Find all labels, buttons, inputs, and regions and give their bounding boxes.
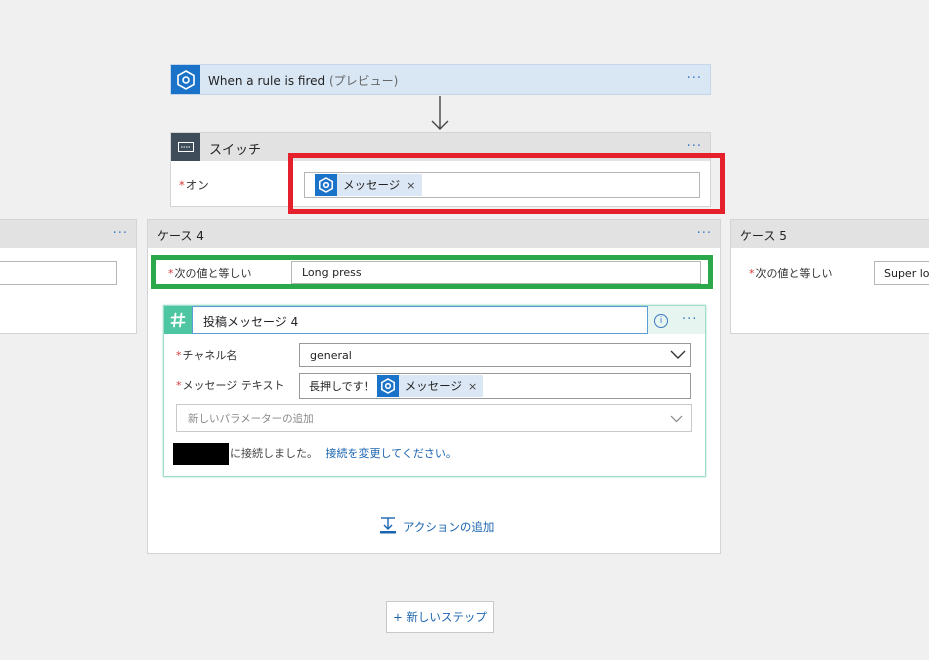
case5-equals-value: Super lon	[884, 266, 929, 280]
required-mark: *	[176, 379, 182, 392]
highlight-box-red	[288, 153, 725, 214]
switch-on-label-text: オン	[185, 178, 209, 192]
trigger-title: When a rule is fired (プレビュー)	[208, 72, 398, 89]
required-mark: *	[179, 178, 185, 192]
channel-select[interactable]: general	[299, 343, 691, 367]
message-token-label: メッセージ	[404, 379, 462, 393]
trigger-menu-button[interactable]: ···	[687, 71, 702, 86]
add-parameter-placeholder: 新しいパラメーターの追加	[188, 412, 314, 425]
new-step-button[interactable]: + 新しいステップ	[386, 601, 494, 633]
token-remove-button[interactable]: ×	[468, 380, 477, 393]
info-icon[interactable]: i	[654, 314, 668, 328]
switch-icon	[171, 133, 200, 161]
case5-title: ケース 5	[740, 229, 787, 243]
chevron-down-icon	[670, 350, 686, 363]
case-left-header[interactable]: ···	[0, 220, 136, 248]
channel-value: general	[310, 348, 352, 362]
add-action-button[interactable]: アクションの追加	[379, 516, 494, 537]
flow-trigger-icon	[376, 375, 399, 397]
switch-title: スイッチ	[209, 143, 262, 158]
slack-icon	[164, 306, 192, 334]
case-card-left: ···	[0, 219, 137, 334]
case5-equals-label-text: 次の値と等しい	[755, 267, 833, 280]
slack-action-title: 投稿メッセージ 4	[203, 315, 299, 329]
slack-action-header[interactable]: 投稿メッセージ 4 i ···	[164, 306, 705, 334]
channel-label: *チャネル名	[176, 347, 237, 363]
arrow-down-icon	[430, 96, 450, 132]
change-connection-link[interactable]: 接続を変更してください。	[326, 447, 457, 460]
message-text-label: *メッセージ テキスト	[176, 377, 284, 393]
add-parameter-dropdown[interactable]: 新しいパラメーターの追加	[176, 404, 692, 432]
trigger-title-suffix: (プレビュー)	[328, 74, 399, 88]
switch-on-label: *オン	[179, 177, 209, 193]
case5-equals-input[interactable]: Super lon	[874, 261, 929, 285]
case4-header[interactable]: ケース 4 ···	[148, 220, 720, 248]
trigger-card[interactable]: When a rule is fired (プレビュー) ···	[170, 64, 711, 95]
case5-header[interactable]: ケース 5	[731, 220, 929, 248]
case-left-menu-button[interactable]: ···	[113, 226, 128, 241]
required-mark: *	[176, 349, 182, 362]
connection-info: に接続しました。 接続を変更してください。	[230, 445, 457, 461]
add-action-label: アクションの追加	[403, 519, 495, 534]
case4-menu-button[interactable]: ···	[697, 226, 712, 241]
new-step-label: + 新しいステップ	[393, 610, 487, 624]
message-text-input[interactable]: 長押しです！ メッセージ ×	[299, 373, 691, 399]
slack-menu-button[interactable]: ···	[682, 312, 697, 327]
case5-equals-label: *次の値と等しい	[749, 265, 833, 281]
message-token: メッセージ ×	[376, 375, 484, 397]
message-text-label-text: メッセージ テキスト	[182, 379, 285, 392]
slack-action-card: 投稿メッセージ 4 i ··· *チャネル名 general *メッセージ テキ…	[163, 305, 706, 477]
add-action-icon	[379, 516, 397, 537]
switch-menu-button[interactable]: ···	[687, 139, 702, 154]
connected-text: に接続しました。	[230, 447, 318, 460]
info-glyph: i	[659, 316, 663, 326]
flow-trigger-icon	[171, 65, 200, 94]
message-text-prefix: 長押しです！	[309, 380, 375, 393]
trigger-title-text: When a rule is fired	[208, 74, 326, 88]
required-mark: *	[749, 267, 755, 280]
case-left-equals-input[interactable]	[0, 261, 117, 285]
redacted-account	[173, 443, 229, 465]
chevron-down-icon	[670, 414, 683, 426]
slack-title-box[interactable]: 投稿メッセージ 4	[192, 306, 648, 334]
case5-card: ケース 5 *次の値と等しい Super lon	[730, 219, 929, 334]
highlight-box-green	[151, 255, 713, 289]
case4-title: ケース 4	[157, 229, 204, 243]
channel-label-text: チャネル名	[182, 349, 238, 362]
